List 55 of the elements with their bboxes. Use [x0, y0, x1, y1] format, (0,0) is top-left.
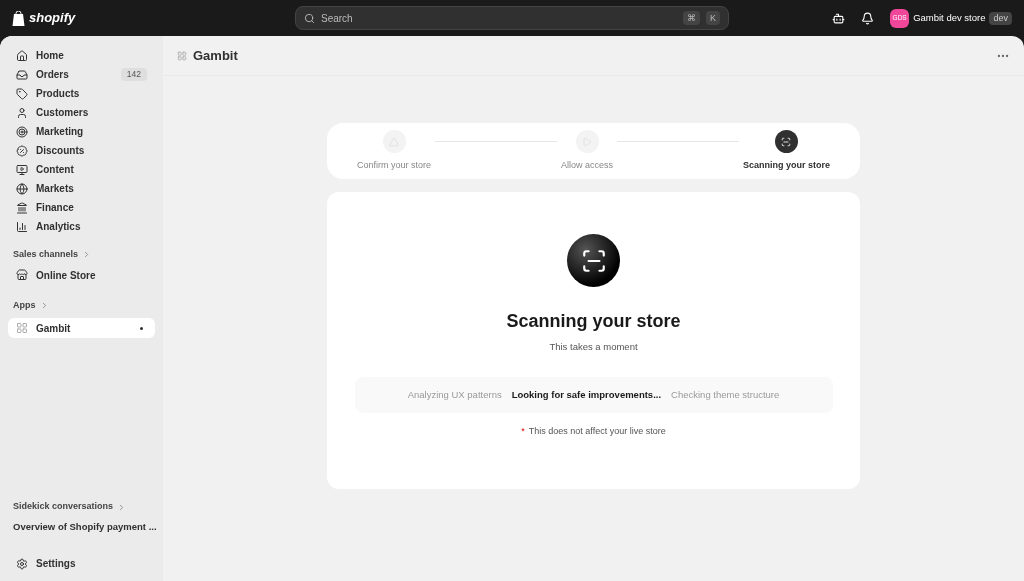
scan-icon	[580, 247, 607, 274]
nav-item[interactable]: Marketing	[8, 122, 155, 141]
page-title: Gambit	[193, 46, 239, 65]
section-heading[interactable]: Apps	[13, 298, 36, 312]
globe-icon	[16, 182, 28, 195]
monitor-icon	[16, 163, 28, 176]
section-heading[interactable]: Sales channels	[13, 248, 79, 262]
shopping-bag-icon	[12, 10, 25, 26]
phase-label: Looking for safe improvements...	[511, 388, 662, 403]
house-icon	[16, 49, 28, 62]
step: Confirm your store	[357, 130, 432, 173]
nav-item[interactable]: Products	[8, 84, 155, 103]
step: Scanning your store	[742, 130, 830, 173]
nav-item[interactable]: Home	[8, 46, 155, 65]
nav-item[interactable]: Gambit	[8, 318, 155, 338]
phase-label: Analyzing UX patterns	[407, 388, 502, 403]
app-icon	[177, 50, 187, 61]
search-field[interactable]: Search ⌘ K	[295, 6, 729, 30]
conversation-link[interactable]: Overview of Shopify payment ...	[0, 519, 163, 534]
section-heading[interactable]: Sidekick conversations	[13, 500, 114, 514]
phase-label: Checking theme structure	[671, 388, 780, 403]
scan-subheading: This takes a moment	[549, 340, 638, 354]
nav-item[interactable]: Online Store	[8, 265, 155, 285]
note-text: This does not affect your live store	[528, 425, 666, 439]
nav-item[interactable]: Analytics	[8, 217, 155, 236]
robot-icon[interactable]	[832, 11, 846, 25]
notification-icon[interactable]	[861, 11, 875, 25]
nav-item[interactable]: Markets	[8, 179, 155, 198]
app-icon	[16, 322, 28, 334]
nav-item[interactable]: Discounts	[8, 141, 155, 160]
inbox-icon	[16, 68, 28, 81]
step: Allow access	[561, 130, 613, 173]
scan-heading: Scanning your store	[506, 310, 681, 333]
scan-icon	[781, 136, 792, 147]
settings-icon	[16, 557, 28, 570]
settings-link[interactable]: Settings	[36, 556, 76, 571]
bar-chart-icon	[16, 220, 28, 233]
person-icon	[16, 106, 28, 119]
bank-icon	[16, 201, 28, 214]
required-mark: *	[521, 425, 525, 439]
nav-item[interactable]: Orders 142	[8, 65, 155, 84]
target-icon	[16, 125, 28, 138]
nav-item[interactable]: Content	[8, 160, 155, 179]
nav-item[interactable]: Finance	[8, 198, 155, 217]
logo[interactable]: shopify	[29, 8, 76, 28]
discount-icon	[16, 144, 28, 157]
key-hint: K	[706, 11, 720, 25]
tag-icon	[16, 87, 28, 100]
nav-item[interactable]: Customers	[8, 103, 155, 122]
search-icon	[304, 12, 315, 24]
store-icon	[16, 269, 28, 281]
key-hint: ⌘	[683, 11, 700, 25]
count-badge: 142	[120, 68, 147, 81]
dev-badge: dev	[989, 11, 1012, 25]
store-name[interactable]: Gambit dev store	[913, 10, 986, 26]
